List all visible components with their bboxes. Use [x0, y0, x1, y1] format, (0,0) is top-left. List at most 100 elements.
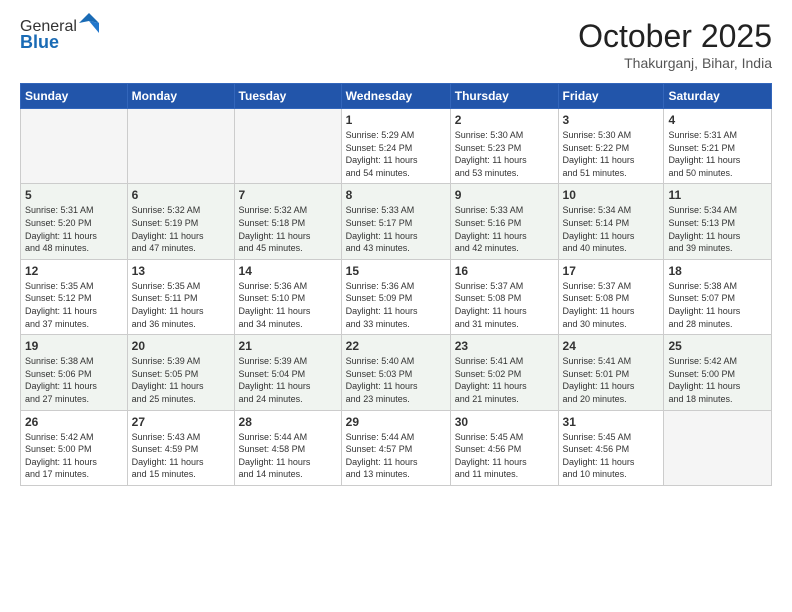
calendar-week-row: 12 Sunrise: 5:35 AMSunset: 5:12 PMDayligh…	[21, 259, 772, 334]
calendar-day-cell: 26 Sunrise: 5:42 AMSunset: 5:00 PMDayligh…	[21, 410, 128, 485]
calendar-day-cell: 21Sunrise: 5:39 AMSunset: 5:04 PMDayligh…	[234, 335, 341, 410]
calendar-day-cell: 19Sunrise: 5:38 AMSunset: 5:06 PMDayligh…	[21, 335, 128, 410]
day-info: Sunrise: 5:42 AMSunset: 5:00 PMDaylight:…	[668, 355, 767, 405]
calendar-day-cell: 6 Sunrise: 5:32 AMSunset: 5:19 PMDaylight…	[127, 184, 234, 259]
calendar-day-cell: 25 Sunrise: 5:42 AMSunset: 5:00 PMDayligh…	[664, 335, 772, 410]
weekday-header-row: SundayMondayTuesdayWednesdayThursdayFrid…	[21, 84, 772, 109]
day-number: 31	[563, 415, 660, 429]
day-info: Sunrise: 5:34 AMSunset: 5:13 PMDaylight:…	[668, 204, 767, 254]
day-number: 4	[668, 113, 767, 127]
day-number: 9	[455, 188, 554, 202]
day-info: Sunrise: 5:36 AMSunset: 5:09 PMDaylight:…	[346, 280, 446, 330]
calendar-day-cell: 14 Sunrise: 5:36 AMSunset: 5:10 PMDayligh…	[234, 259, 341, 334]
day-number: 8	[346, 188, 446, 202]
day-number: 14	[239, 264, 337, 278]
calendar-day-cell: 13Sunrise: 5:35 AMSunset: 5:11 PMDayligh…	[127, 259, 234, 334]
weekday-header-monday: Monday	[127, 84, 234, 109]
day-info: Sunrise: 5:30 AMSunset: 5:22 PMDaylight:…	[563, 129, 660, 179]
day-number: 28	[239, 415, 337, 429]
day-info: Sunrise: 5:30 AMSunset: 5:23 PMDaylight:…	[455, 129, 554, 179]
calendar-week-row: 26 Sunrise: 5:42 AMSunset: 5:00 PMDayligh…	[21, 410, 772, 485]
day-number: 1	[346, 113, 446, 127]
day-number: 18	[668, 264, 767, 278]
calendar-day-cell: 3 Sunrise: 5:30 AMSunset: 5:22 PMDaylight…	[558, 109, 664, 184]
day-info: Sunrise: 5:43 AMSunset: 4:59 PMDaylight:…	[132, 431, 230, 481]
day-info: Sunrise: 5:33 AMSunset: 5:16 PMDaylight:…	[455, 204, 554, 254]
day-number: 30	[455, 415, 554, 429]
calendar-day-cell: 7Sunrise: 5:32 AMSunset: 5:18 PMDaylight…	[234, 184, 341, 259]
day-number: 12	[25, 264, 123, 278]
title-block: October 2025 Thakurganj, Bihar, India	[578, 18, 772, 71]
calendar-day-cell	[127, 109, 234, 184]
calendar-day-cell: 18 Sunrise: 5:38 AMSunset: 5:07 PMDayligh…	[664, 259, 772, 334]
day-number: 25	[668, 339, 767, 353]
day-info: Sunrise: 5:32 AMSunset: 5:19 PMDaylight:…	[132, 204, 230, 254]
calendar-day-cell: 17 Sunrise: 5:37 AMSunset: 5:08 PMDayligh…	[558, 259, 664, 334]
day-info: Sunrise: 5:37 AMSunset: 5:08 PMDaylight:…	[455, 280, 554, 330]
day-number: 27	[132, 415, 230, 429]
day-number: 29	[346, 415, 446, 429]
day-info: Sunrise: 5:45 AMSunset: 4:56 PMDaylight:…	[563, 431, 660, 481]
day-info: Sunrise: 5:39 AMSunset: 5:05 PMDaylight:…	[132, 355, 230, 405]
day-number: 21	[239, 339, 337, 353]
calendar-day-cell: 28 Sunrise: 5:44 AMSunset: 4:58 PMDayligh…	[234, 410, 341, 485]
day-info: Sunrise: 5:38 AMSunset: 5:07 PMDaylight:…	[668, 280, 767, 330]
day-info: Sunrise: 5:40 AMSunset: 5:03 PMDaylight:…	[346, 355, 446, 405]
calendar-day-cell: 30Sunrise: 5:45 AMSunset: 4:56 PMDayligh…	[450, 410, 558, 485]
calendar-table: SundayMondayTuesdayWednesdayThursdayFrid…	[20, 83, 772, 486]
day-info: Sunrise: 5:29 AMSunset: 5:24 PMDaylight:…	[346, 129, 446, 179]
day-number: 26	[25, 415, 123, 429]
day-number: 5	[25, 188, 123, 202]
day-info: Sunrise: 5:44 AMSunset: 4:57 PMDaylight:…	[346, 431, 446, 481]
calendar-day-cell: 5 Sunrise: 5:31 AMSunset: 5:20 PMDaylight…	[21, 184, 128, 259]
calendar-day-cell: 31 Sunrise: 5:45 AMSunset: 4:56 PMDayligh…	[558, 410, 664, 485]
day-info: Sunrise: 5:38 AMSunset: 5:06 PMDaylight:…	[25, 355, 123, 405]
calendar-day-cell	[664, 410, 772, 485]
day-info: Sunrise: 5:35 AMSunset: 5:12 PMDaylight:…	[25, 280, 123, 330]
calendar-day-cell: 9 Sunrise: 5:33 AMSunset: 5:16 PMDaylight…	[450, 184, 558, 259]
day-info: Sunrise: 5:37 AMSunset: 5:08 PMDaylight:…	[563, 280, 660, 330]
logo-icon	[79, 13, 99, 33]
day-info: Sunrise: 5:35 AMSunset: 5:11 PMDaylight:…	[132, 280, 230, 330]
day-number: 10	[563, 188, 660, 202]
day-number: 16	[455, 264, 554, 278]
calendar-week-row: 19Sunrise: 5:38 AMSunset: 5:06 PMDayligh…	[21, 335, 772, 410]
day-info: Sunrise: 5:34 AMSunset: 5:14 PMDaylight:…	[563, 204, 660, 254]
weekday-header-friday: Friday	[558, 84, 664, 109]
day-number: 22	[346, 339, 446, 353]
day-number: 15	[346, 264, 446, 278]
calendar-week-row: 1 Sunrise: 5:29 AMSunset: 5:24 PMDaylight…	[21, 109, 772, 184]
calendar-day-cell: 15 Sunrise: 5:36 AMSunset: 5:09 PMDayligh…	[341, 259, 450, 334]
calendar-day-cell: 10 Sunrise: 5:34 AMSunset: 5:14 PMDayligh…	[558, 184, 664, 259]
weekday-header-thursday: Thursday	[450, 84, 558, 109]
day-number: 2	[455, 113, 554, 127]
calendar-day-cell: 2 Sunrise: 5:30 AMSunset: 5:23 PMDaylight…	[450, 109, 558, 184]
weekday-header-saturday: Saturday	[664, 84, 772, 109]
day-number: 20	[132, 339, 230, 353]
day-info: Sunrise: 5:36 AMSunset: 5:10 PMDaylight:…	[239, 280, 337, 330]
weekday-header-sunday: Sunday	[21, 84, 128, 109]
day-number: 17	[563, 264, 660, 278]
day-number: 6	[132, 188, 230, 202]
calendar-day-cell: 16 Sunrise: 5:37 AMSunset: 5:08 PMDayligh…	[450, 259, 558, 334]
location-subtitle: Thakurganj, Bihar, India	[578, 55, 772, 71]
day-info: Sunrise: 5:32 AMSunset: 5:18 PMDaylight:…	[239, 204, 337, 254]
weekday-header-tuesday: Tuesday	[234, 84, 341, 109]
month-title: October 2025	[578, 18, 772, 55]
day-number: 3	[563, 113, 660, 127]
calendar-day-cell	[21, 109, 128, 184]
calendar-day-cell: 4 Sunrise: 5:31 AMSunset: 5:21 PMDaylight…	[664, 109, 772, 184]
day-info: Sunrise: 5:31 AMSunset: 5:20 PMDaylight:…	[25, 204, 123, 254]
calendar-container: General Blue October 2025 Thakurganj, Bi…	[0, 0, 792, 612]
day-info: Sunrise: 5:31 AMSunset: 5:21 PMDaylight:…	[668, 129, 767, 179]
calendar-day-cell: 22 Sunrise: 5:40 AMSunset: 5:03 PMDayligh…	[341, 335, 450, 410]
day-number: 11	[668, 188, 767, 202]
day-info: Sunrise: 5:42 AMSunset: 5:00 PMDaylight:…	[25, 431, 123, 481]
day-info: Sunrise: 5:41 AMSunset: 5:02 PMDaylight:…	[455, 355, 554, 405]
calendar-day-cell: 23 Sunrise: 5:41 AMSunset: 5:02 PMDayligh…	[450, 335, 558, 410]
day-number: 23	[455, 339, 554, 353]
day-info: Sunrise: 5:44 AMSunset: 4:58 PMDaylight:…	[239, 431, 337, 481]
day-number: 24	[563, 339, 660, 353]
day-info: Sunrise: 5:33 AMSunset: 5:17 PMDaylight:…	[346, 204, 446, 254]
day-info: Sunrise: 5:41 AMSunset: 5:01 PMDaylight:…	[563, 355, 660, 405]
